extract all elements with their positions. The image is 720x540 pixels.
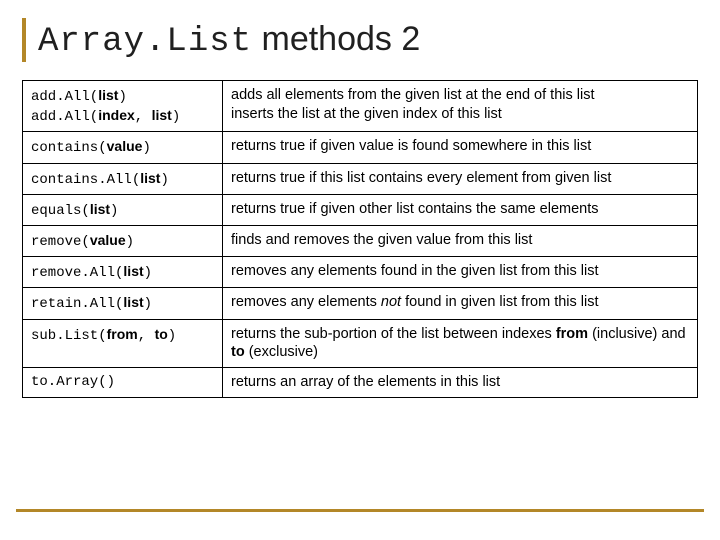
method-signature: retain.All(list) (23, 288, 223, 319)
title-accent-bar (22, 18, 26, 62)
method-description: returns the sub-portion of the list betw… (223, 319, 698, 368)
method-signature: remove.All(list) (23, 257, 223, 288)
title-block: Array.List methods 2 (22, 18, 698, 62)
title-code: Array.List (38, 23, 252, 61)
method-description: finds and removes the given value from t… (223, 225, 698, 256)
method-description: returns true if given other list contain… (223, 194, 698, 225)
method-description: removes any elements found in the given … (223, 257, 698, 288)
table-row: contains.All(list)returns true if this l… (23, 163, 698, 194)
slide-title: Array.List methods 2 (38, 20, 420, 61)
table-row: remove.All(list)removes any elements fou… (23, 257, 698, 288)
method-signature: to.Array() (23, 368, 223, 398)
title-rest: methods 2 (252, 20, 420, 58)
method-signature: contains.All(list) (23, 163, 223, 194)
footer-accent-line (16, 509, 704, 512)
table-row: equals(list)returns true if given other … (23, 194, 698, 225)
method-description: returns an array of the elements in this… (223, 368, 698, 398)
table-row: to.Array()returns an array of the elemen… (23, 368, 698, 398)
method-signature: sub.List(from, to) (23, 319, 223, 368)
method-description: adds all elements from the given list at… (223, 81, 698, 132)
method-signature: equals(list) (23, 194, 223, 225)
method-description: removes any elements not found in given … (223, 288, 698, 319)
methods-table: add.All(list)add.All(index, list)adds al… (22, 80, 698, 398)
table-row: contains(value)returns true if given val… (23, 132, 698, 163)
table-row: sub.List(from, to)returns the sub-portio… (23, 319, 698, 368)
method-signature: remove(value) (23, 225, 223, 256)
table-row: remove(value)finds and removes the given… (23, 225, 698, 256)
method-description: returns true if this list contains every… (223, 163, 698, 194)
method-signature: add.All(list)add.All(index, list) (23, 81, 223, 132)
table-row: add.All(list)add.All(index, list)adds al… (23, 81, 698, 132)
method-signature: contains(value) (23, 132, 223, 163)
method-description: returns true if given value is found som… (223, 132, 698, 163)
table-row: retain.All(list)removes any elements not… (23, 288, 698, 319)
methods-tbody: add.All(list)add.All(index, list)adds al… (23, 81, 698, 398)
